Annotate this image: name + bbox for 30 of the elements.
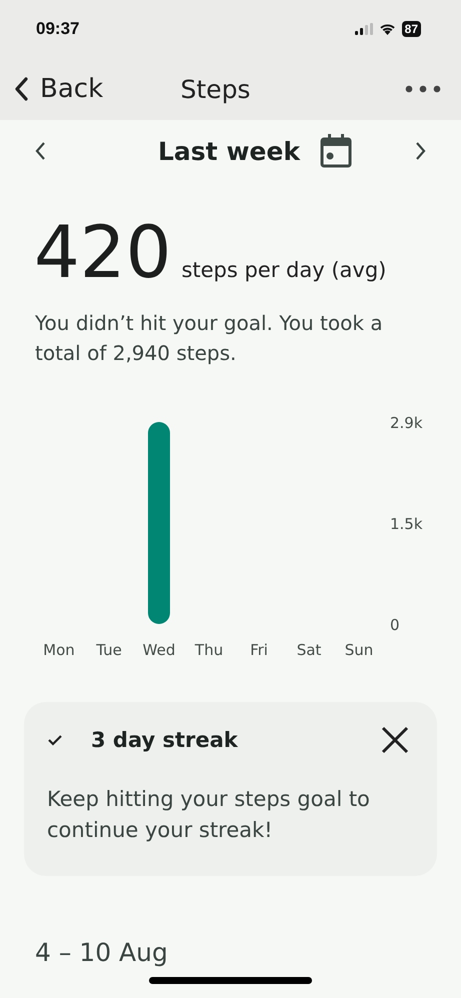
y-tick-label: 1.5k (390, 515, 423, 533)
next-icon[interactable] (415, 141, 427, 161)
check-icon (47, 734, 63, 746)
battery-level: 87 (402, 21, 421, 37)
previous-icon[interactable] (34, 141, 46, 161)
average-steps: 420 (34, 210, 172, 294)
y-tick-label: 2.9k (390, 414, 423, 432)
day-label: Tue (96, 641, 122, 659)
day-label: Sat (296, 641, 322, 659)
day-label: Wed (142, 641, 176, 659)
day-label: Thu (194, 641, 224, 659)
back-chevron-icon (14, 77, 28, 101)
day-label: Mon (43, 641, 75, 659)
average-unit: steps per day (avg) (181, 258, 386, 282)
streak-title: 3 day streak (91, 728, 238, 752)
screen-title: Steps (180, 74, 252, 104)
day-label: Sun (344, 641, 374, 659)
period-label: Last week (158, 136, 300, 166)
back-button[interactable]: Back (14, 74, 104, 104)
streak-message: Keep hitting your steps goal to continue your streak! (47, 786, 371, 844)
more-icon[interactable] (405, 85, 441, 93)
calendar-icon[interactable] (320, 134, 352, 168)
goal-message: You didn’t hit your goal. You took a total of 2,940 steps. (35, 310, 384, 367)
wifi-icon (378, 23, 396, 35)
date-range: 4 – 10 Aug (35, 938, 168, 967)
close-icon[interactable] (381, 726, 409, 754)
day-label: Fri (250, 641, 268, 659)
signal-icon (354, 23, 373, 35)
status-time: 09:37 (36, 19, 80, 39)
y-tick-label: 0 (390, 616, 400, 634)
